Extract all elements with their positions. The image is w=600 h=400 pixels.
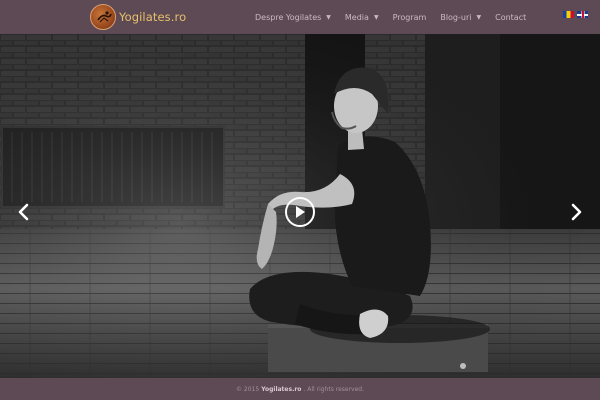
footer-copyright-suffix: . All rights reserved. [303,385,364,393]
chevron-right-icon [571,203,582,221]
main-nav: Despre Yogilates ▼ Media ▼ Program Blog-… [255,0,540,34]
caret-down-icon: ▼ [373,13,379,21]
nav-item-program[interactable]: Program [393,13,427,22]
caret-down-icon: ▼ [326,13,331,21]
logo-icon [90,4,116,30]
site-logo[interactable]: Yogilates.ro [90,3,200,31]
caret-down-icon: ▼ [476,13,482,21]
site-footer: © 2015 Yogilates.ro . All rights reserve… [0,378,600,400]
nav-item-contact[interactable]: Contact [495,13,526,22]
logo-text: Yogilates.ro [119,10,187,24]
hero-slider [0,34,600,378]
play-icon [296,206,305,218]
nav-item-media[interactable]: Media ▼ [345,13,379,22]
nav-item-label: Program [392,12,427,22]
uk-flag-icon[interactable] [577,11,588,18]
footer-brand-link[interactable]: Yogilates.ro [261,386,301,393]
slider-next-button[interactable] [566,202,586,222]
nav-item-despre-yogilates[interactable]: Despre Yogilates ▼ [255,13,331,22]
nav-item-label: Media [344,12,369,22]
nav-item-label: Contact [495,12,527,22]
chevron-left-icon [18,203,29,221]
nav-item-label: Despre Yogilates [255,12,322,22]
site-header: Yogilates.ro Despre Yogilates ▼ Media ▼ … [0,0,600,34]
footer-copyright-prefix: © 2015 [236,385,260,393]
slider-prev-button[interactable] [14,202,34,222]
romanian-flag-icon[interactable] [563,11,574,18]
language-switcher [563,11,588,18]
video-play-button[interactable] [285,197,315,227]
nav-item-blog-uri[interactable]: Blog-uri ▼ [440,13,481,22]
nav-item-label: Blog-uri [440,12,472,22]
